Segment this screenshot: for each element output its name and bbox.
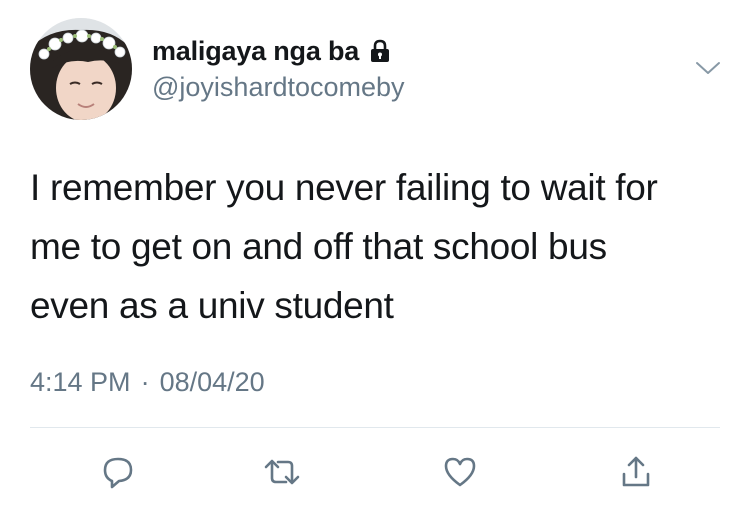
- user-name-row: maligaya nga ba: [152, 34, 391, 68]
- tweet-timestamp: 4:14 PM · 08/04/20: [30, 367, 265, 398]
- retweet-icon: [264, 459, 300, 485]
- tweet-text-line: even as a univ student: [30, 285, 394, 326]
- share-icon: [622, 456, 650, 487]
- tweet-date[interactable]: 08/04/20: [160, 367, 265, 398]
- user-handle[interactable]: @joyishardtocomeby: [152, 72, 405, 103]
- tweet-actions: [0, 444, 750, 500]
- like-icon: [444, 457, 476, 487]
- retweet-button[interactable]: [254, 444, 310, 500]
- more-options-button[interactable]: [694, 58, 722, 78]
- tweet-card: maligaya nga ba @joyishardtocomeby I rem…: [0, 0, 750, 510]
- tweet-time[interactable]: 4:14 PM: [30, 367, 131, 398]
- reply-icon: [103, 457, 133, 489]
- reply-button[interactable]: [90, 444, 146, 500]
- tweet-text-line: I remember you never failing to wait for: [30, 167, 658, 208]
- tweet-text: I remember you never failing to wait for…: [30, 158, 730, 335]
- meta-separator: ·: [140, 367, 150, 397]
- lock-icon: [369, 39, 391, 63]
- like-button[interactable]: [432, 444, 488, 500]
- display-name[interactable]: maligaya nga ba: [152, 36, 359, 67]
- tweet-text-line: me to get on and off that school bus: [30, 226, 607, 267]
- chevron-down-icon: [696, 62, 720, 74]
- profile-photo-icon: [30, 18, 132, 120]
- divider: [30, 427, 720, 428]
- avatar[interactable]: [30, 18, 132, 120]
- share-button[interactable]: [608, 444, 664, 500]
